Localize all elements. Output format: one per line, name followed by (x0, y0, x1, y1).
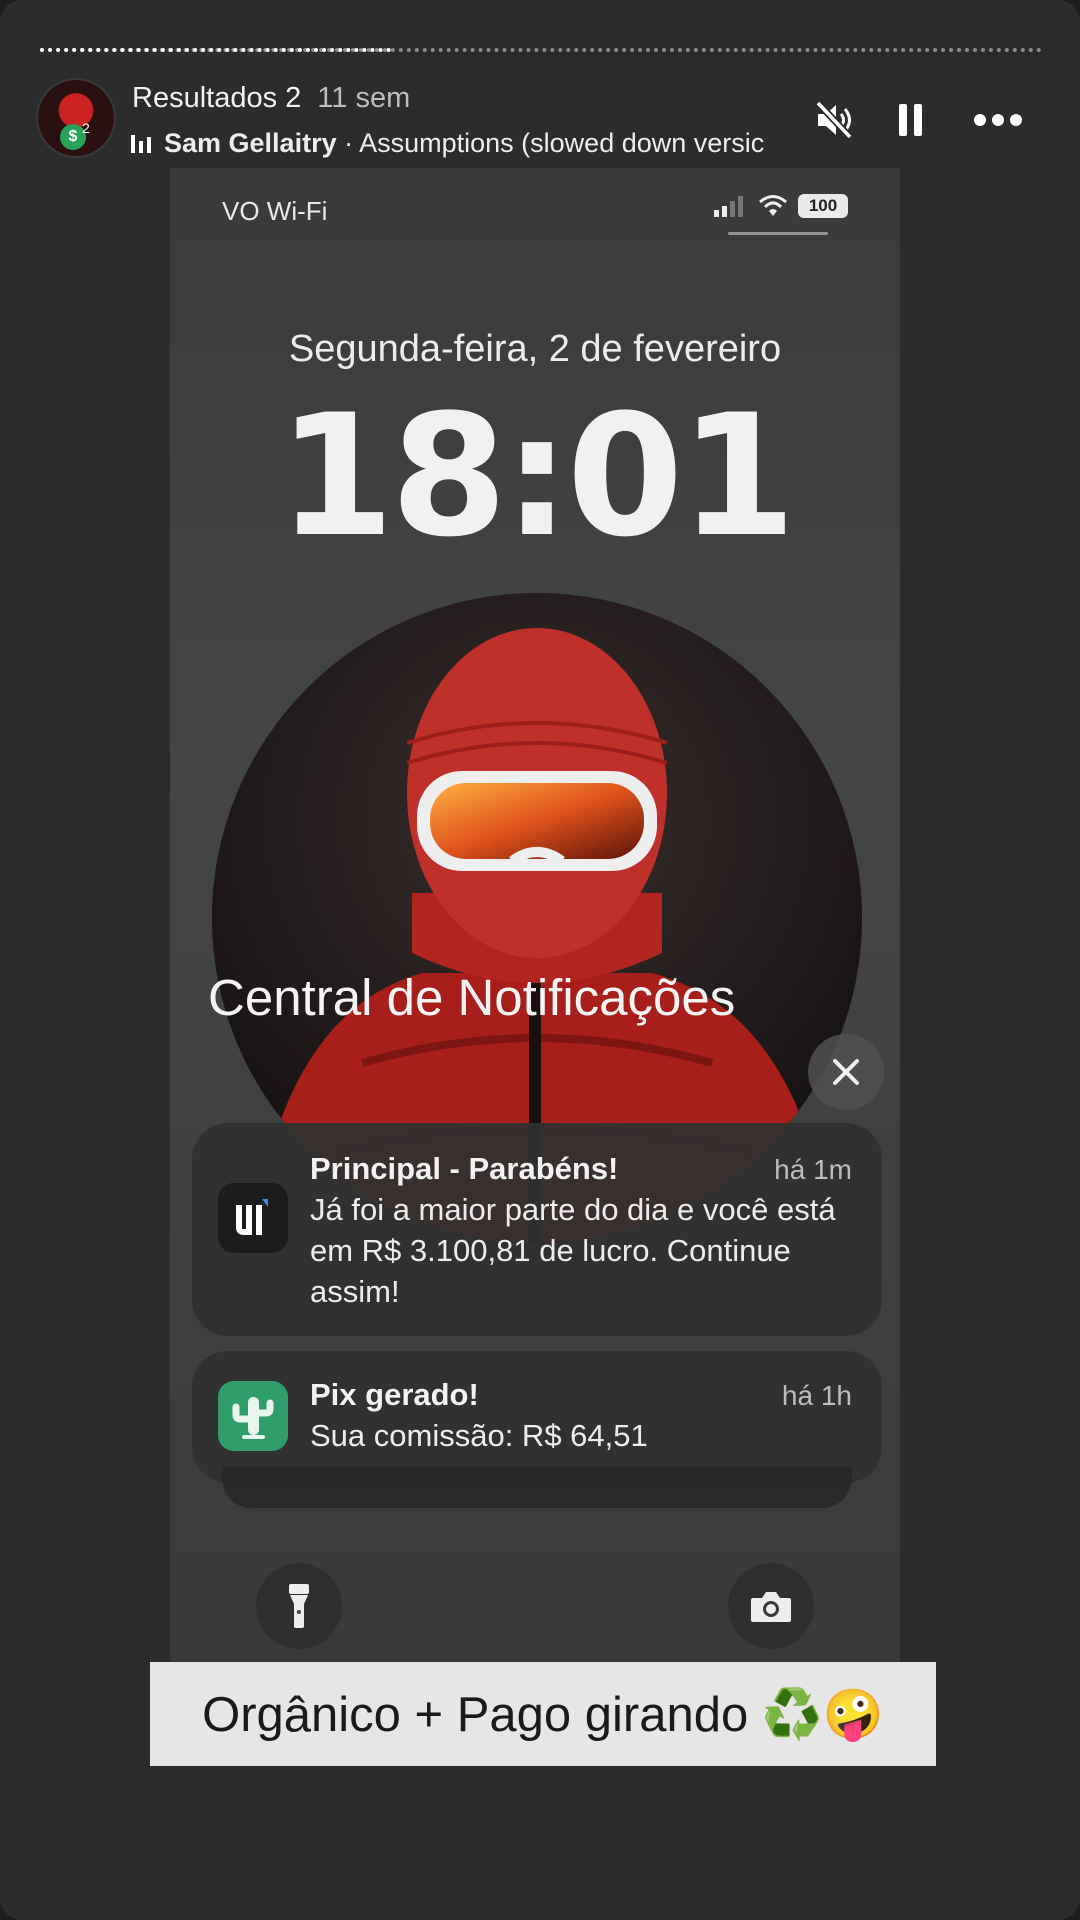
story-caption: Orgânico + Pago girando ♻️🤪 (150, 1662, 936, 1766)
notification-card[interactable]: Pix gerado! há 1h Sua comissão: R$ 64,51 (192, 1351, 882, 1483)
notification-stack-edge (222, 1466, 852, 1508)
account-avatar[interactable]: $ 2 (38, 80, 114, 156)
music-artist: Sam Gellaitry (164, 128, 337, 158)
status-icons: 100 (714, 194, 848, 218)
speaker-muted-icon (815, 100, 853, 140)
mute-button[interactable] (810, 96, 858, 144)
pause-icon (899, 104, 922, 136)
app-logo-icon (218, 1183, 288, 1253)
notification-time: há 1m (774, 1154, 852, 1185)
story-viewer: $ 2 Resultados 2 11 sem Sam Gellaitry · A… (0, 0, 1080, 1920)
wifi-icon (759, 195, 787, 216)
carrier-label: VO Wi-Fi (222, 196, 328, 226)
camera-icon (751, 1592, 791, 1622)
notification-body: Já foi a maior parte do dia e você está … (310, 1192, 836, 1309)
clear-notifications-button[interactable] (808, 1034, 884, 1110)
story-progress-bar (40, 48, 1042, 54)
notification-center-title: Central de Notificações (208, 969, 736, 1026)
pause-button[interactable] (886, 96, 934, 144)
account-header[interactable]: Resultados 2 11 sem (132, 82, 410, 115)
notification-body: Sua comissão: R$ 64,51 (310, 1418, 648, 1453)
posted-ago: 11 sem (317, 82, 411, 114)
account-name[interactable]: Resultados 2 (132, 82, 301, 114)
music-separator: · (336, 128, 360, 158)
signal-icon (714, 196, 743, 217)
lock-date: Segunda-feira, 2 de fevereiro (288, 328, 782, 370)
music-bars-icon (131, 135, 151, 153)
more-options-button[interactable] (970, 96, 1026, 144)
flashlight-button[interactable] (256, 1563, 342, 1649)
battery-indicator: 100 (798, 194, 848, 218)
music-info[interactable]: Sam Gellaitry · Assumptions (slowed down… (130, 128, 780, 164)
progress-fill (40, 48, 391, 52)
cactus-icon (218, 1381, 288, 1451)
lockscreen-screenshot: VO Wi-Fi 100 Segunda-feira, 2 de feverei… (170, 168, 900, 1663)
close-icon (833, 1059, 859, 1085)
music-track: Assumptions (slowed down versic (359, 128, 765, 158)
avatar-badge-count: 2 (82, 120, 90, 136)
more-dots-icon (974, 114, 1022, 126)
status-indicator-line (728, 232, 828, 235)
notification-card[interactable]: Principal - Parabéns! há 1m Já foi a mai… (192, 1123, 882, 1336)
lock-time: 18:01 (277, 378, 797, 574)
camera-button[interactable] (728, 1563, 814, 1649)
notification-time: há 1h (781, 1380, 852, 1411)
notification-title: Principal - Parabéns! (310, 1151, 619, 1186)
flashlight-icon (289, 1584, 309, 1628)
notification-title: Pix gerado! (310, 1377, 479, 1412)
